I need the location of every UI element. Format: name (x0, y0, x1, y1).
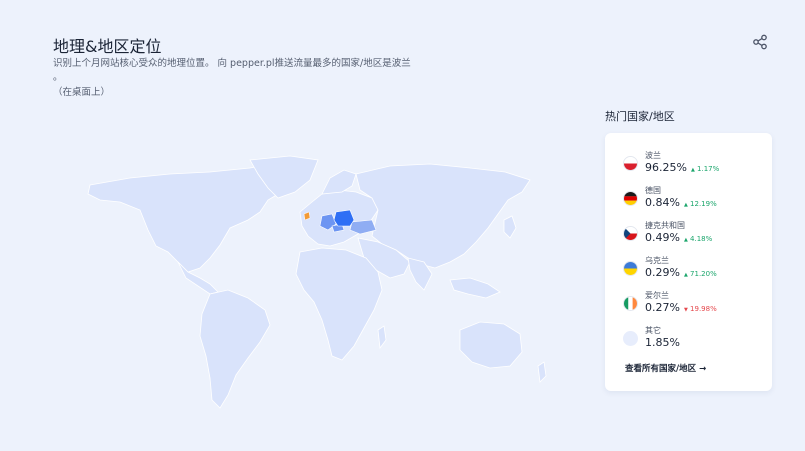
share-change: ▲ 4.18% (684, 235, 712, 243)
share-value: 0.49% (645, 231, 680, 244)
poland-flag-icon (623, 156, 638, 171)
change-up-icon: ▲ (683, 272, 688, 278)
map-australia[interactable] (459, 321, 523, 369)
germany-flag-icon (623, 191, 638, 206)
country-share: 0.84% ▲ 12.19% (645, 196, 717, 209)
map-madagascar[interactable] (377, 325, 387, 350)
country-share: 0.29% ▲ 71.20% (645, 266, 717, 279)
map-africa[interactable] (295, 247, 383, 361)
country-name: 捷克共和国 (645, 221, 685, 230)
world-map[interactable] (60, 150, 560, 420)
country-share: 96.25% ▲ 1.17% (645, 161, 719, 174)
country-share: 0.27% ▼ 19.98% (645, 301, 717, 314)
map-south-america[interactable] (199, 289, 271, 409)
share-value: 0.84% (645, 196, 680, 209)
change-up-icon: ▲ (683, 202, 688, 208)
share-change: ▲ 71.20% (684, 270, 717, 278)
other-icon (623, 331, 638, 346)
country-share: 1.85% (645, 336, 680, 349)
map-japan[interactable] (503, 215, 517, 239)
country-name: 德国 (645, 186, 661, 195)
map-poland[interactable] (333, 209, 355, 227)
country-name: 波兰 (645, 151, 661, 160)
change-up-icon: ▲ (690, 167, 695, 173)
map-scandinavia[interactable] (321, 169, 357, 195)
country-name: 爱尔兰 (645, 291, 669, 300)
ukraine-flag-icon (623, 261, 638, 276)
page-title: 地理&地区定位 (53, 37, 162, 56)
map-new-zealand[interactable] (537, 361, 547, 383)
share-value: 96.25% (645, 161, 687, 174)
description-dot: 。 (53, 72, 63, 83)
country-share: 0.49% ▲ 4.18% (645, 231, 712, 244)
change-down-icon: ▼ (683, 307, 688, 313)
map-se-asia[interactable] (449, 277, 501, 299)
change-value: 12.19% (690, 200, 717, 208)
top-countries-heading: 热门国家/地区 (605, 110, 675, 123)
share-change: ▲ 12.19% (684, 200, 717, 208)
change-up-icon: ▲ (683, 237, 688, 243)
change-value: 19.98% (690, 305, 717, 313)
view-all-countries-link[interactable]: 查看所有国家/地区 → (625, 362, 706, 374)
country-name: 其它 (645, 326, 661, 335)
page-description: 识别上个月网站核心受众的地理位置。 向 pepper.pl推送流量最多的国家/地… (53, 57, 423, 85)
change-value: 4.18% (690, 235, 713, 243)
ireland-flag-icon (623, 296, 638, 311)
czech-flag-icon (623, 226, 638, 241)
change-value: 71.20% (690, 270, 717, 278)
share-value: 0.29% (645, 266, 680, 279)
share-icon[interactable] (752, 34, 768, 50)
device-note: （在桌面上） (53, 87, 111, 98)
change-value: 1.17% (697, 165, 720, 173)
share-change: ▼ 19.98% (684, 305, 717, 313)
share-value: 1.85% (645, 336, 680, 349)
share-change: ▲ 1.17% (691, 165, 719, 173)
share-value: 0.27% (645, 301, 680, 314)
description-text: 识别上个月网站核心受众的地理位置。 向 pepper.pl推送流量最多的国家/地… (53, 58, 411, 69)
country-name: 乌克兰 (645, 256, 669, 265)
top-countries-panel: 波兰 96.25% ▲ 1.17% 德国 0.84% ▲ 12.19% 捷克共和国 … (605, 133, 772, 391)
